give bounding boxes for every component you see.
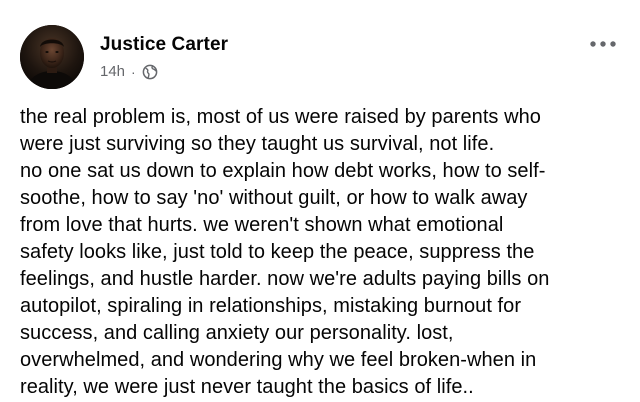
author-name[interactable]: Justice Carter xyxy=(100,33,228,57)
post-card: Justice Carter 14h · the real problem is… xyxy=(0,0,640,402)
avatar-photo xyxy=(20,25,84,89)
avatar[interactable] xyxy=(20,25,84,89)
more-options-icon xyxy=(590,41,616,47)
post-meta: Justice Carter 14h · xyxy=(100,33,228,81)
separator-dot: · xyxy=(131,64,136,80)
globe-icon[interactable] xyxy=(142,64,158,80)
post-subline: 14h · xyxy=(100,63,228,81)
post-timestamp[interactable]: 14h xyxy=(100,63,125,81)
post-header: Justice Carter 14h · xyxy=(20,25,228,89)
more-options-button[interactable] xyxy=(586,34,620,54)
post-text: the real problem is, most of us were rai… xyxy=(20,106,550,398)
